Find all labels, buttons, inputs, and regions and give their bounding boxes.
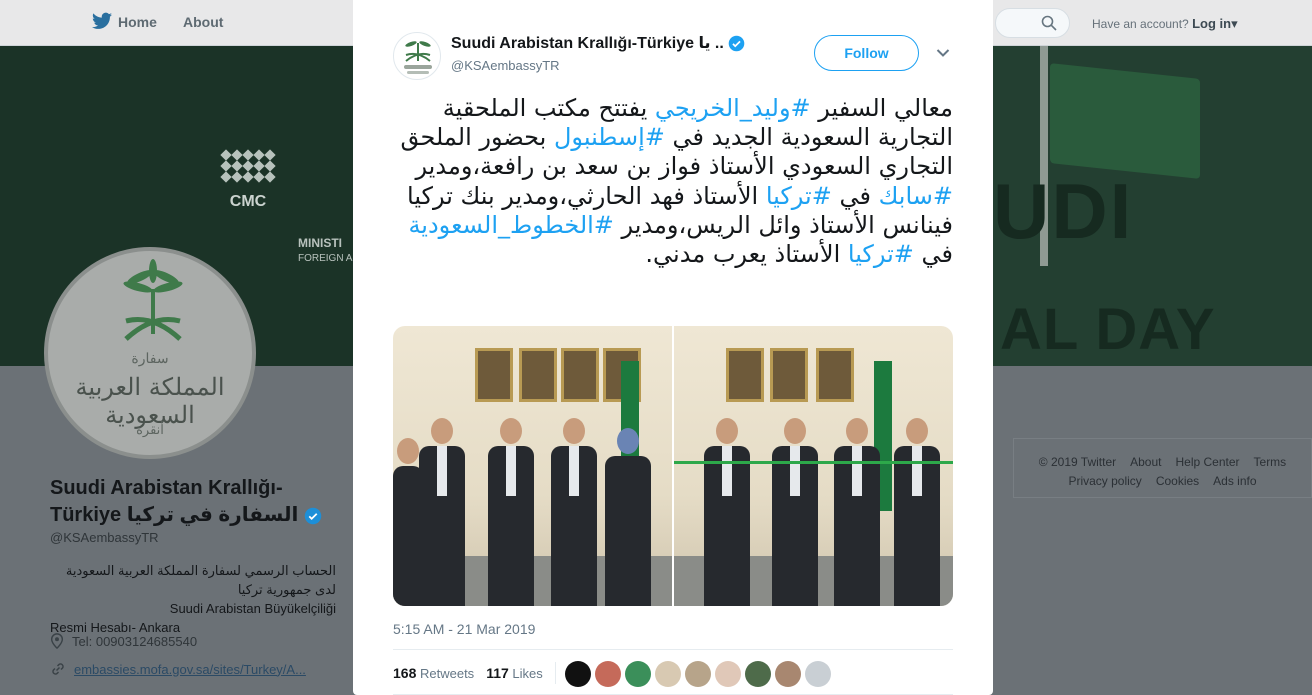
banner-big-text: UDI xyxy=(993,167,1134,255)
location-pin-icon xyxy=(50,633,64,649)
profile-avatar[interactable]: سفارة المملكة العربية السعودية أنقرة xyxy=(44,247,256,459)
ministry-line2: FOREIGN A xyxy=(298,253,353,264)
bio-line-ar1: الحساب الرسمي لسفارة المملكة العربية الس… xyxy=(65,563,336,578)
tweet-photo-2[interactable] xyxy=(674,326,953,606)
nav-home-label: Home xyxy=(118,14,157,30)
bio-line-tr1: Suudi Arabistan Büyükelçiliği xyxy=(169,601,336,616)
banner-day-label: AL DAY 88 xyxy=(1000,297,1215,366)
search-box[interactable] xyxy=(995,8,1070,38)
banner-day-text: AL DAY 88TH xyxy=(1000,296,1312,366)
footer-privacy-link[interactable]: Privacy policy xyxy=(1068,474,1141,488)
account-prompt: Have an account? Log in▾ xyxy=(1092,16,1238,32)
avatar-text-small: سفارة xyxy=(131,351,169,367)
login-caret-icon[interactable]: ▾ xyxy=(1231,16,1238,31)
likes-label: Likes xyxy=(512,666,543,681)
profile-handle[interactable]: @KSAembassyTR xyxy=(50,530,159,545)
cmc-logo: CMC xyxy=(218,149,278,261)
profile-name[interactable]: Suudi Arabistan Krallığı- Türkiye السفار… xyxy=(50,475,340,529)
liker-avatar[interactable] xyxy=(655,661,681,687)
avatar-text-main: المملكة العربية السعودية xyxy=(75,373,225,429)
bio-line-ar2: لدى جمهورية تركيا xyxy=(237,582,336,597)
tweet-modal: Suudi Arabistan Krallığı-Türkiye يا .. @… xyxy=(353,0,993,695)
liker-avatar[interactable] xyxy=(745,661,771,687)
footer-terms-link[interactable]: Terms xyxy=(1254,455,1287,469)
tweet-text: معالي السفير #وليد_الخريجي يفتتح مكتب ال… xyxy=(393,94,953,269)
footer-help-link[interactable]: Help Center xyxy=(1175,455,1239,469)
search-icon[interactable] xyxy=(1041,15,1057,31)
profile-bio: الحساب الرسمي لسفارة المملكة العربية الس… xyxy=(50,561,336,637)
divider xyxy=(393,649,953,650)
tweet-author-name[interactable]: Suudi Arabistan Krallığı-Türkiye يا .. xyxy=(451,33,745,53)
link-icon xyxy=(52,663,64,675)
stats-separator xyxy=(554,662,556,684)
profile-name-line1: Suudi Arabistan Krallığı- xyxy=(50,477,283,499)
likes-stat[interactable]: 117 Likes xyxy=(486,665,543,684)
tweet-text-segment: الأستاذ يعرب مدني. xyxy=(645,240,848,269)
footer-ads-link[interactable]: Ads info xyxy=(1213,474,1256,488)
have-account-text: Have an account? xyxy=(1092,17,1189,31)
cmc-label: CMC xyxy=(229,193,267,210)
tweet-author-handle[interactable]: @KSAembassyTR xyxy=(451,58,560,73)
tweet-stats: 168 Retweets 117 Likes xyxy=(393,662,556,684)
link-text[interactable]: embassies.mofa.gov.sa/sites/Turkey/A... xyxy=(74,662,306,677)
liker-avatar[interactable] xyxy=(805,661,831,687)
likes-count: 117 xyxy=(486,665,509,681)
tweet-timestamp[interactable]: 5:15 AM - 21 Mar 2019 xyxy=(393,621,535,637)
retweets-count: 168 xyxy=(393,665,417,681)
tweet-media[interactable] xyxy=(393,326,953,606)
footer-copyright: © 2019 Twitter xyxy=(1038,455,1117,469)
tweet-text-segment: في xyxy=(831,181,879,210)
liker-avatar[interactable] xyxy=(715,661,741,687)
liker-avatar[interactable] xyxy=(775,661,801,687)
profile-name-line2: Türkiye السفارة في تركيا xyxy=(50,504,299,526)
liker-avatar[interactable] xyxy=(625,661,651,687)
retweets-label: Retweets xyxy=(419,666,475,681)
liker-avatar[interactable] xyxy=(565,661,591,687)
follow-button[interactable]: Follow xyxy=(814,35,919,71)
avatar-text-city: أنقرة xyxy=(136,423,164,438)
verified-badge-icon xyxy=(304,507,322,524)
likers-avatars xyxy=(565,661,831,687)
saudi-flag-image xyxy=(1050,63,1200,179)
tweet-text-segment: في xyxy=(913,240,953,269)
saudi-emblem-icon xyxy=(404,41,432,74)
login-link[interactable]: Log in xyxy=(1192,16,1231,31)
chevron-down-icon[interactable] xyxy=(936,48,950,58)
tweet-text-segment: معالي السفير xyxy=(810,94,953,122)
tweet-photo-1[interactable] xyxy=(393,326,672,606)
liker-avatar[interactable] xyxy=(595,661,621,687)
footer-about-link[interactable]: About xyxy=(1130,455,1161,469)
nav-about-label: About xyxy=(183,14,224,30)
hashtag-link[interactable]: #إسطنبول xyxy=(554,123,665,151)
ministry-text: MINISTI FOREIGN A xyxy=(298,236,352,266)
retweets-stat[interactable]: 168 Retweets xyxy=(393,665,474,684)
saudi-emblem-icon xyxy=(123,259,183,341)
site-footer: © 2019 Twitter About Help Center Terms P… xyxy=(1013,438,1312,498)
tweet-author-avatar[interactable] xyxy=(393,32,441,80)
profile-link[interactable]: embassies.mofa.gov.sa/sites/Turkey/A... xyxy=(50,661,306,677)
liker-avatar[interactable] xyxy=(685,661,711,687)
twitter-bird-icon[interactable] xyxy=(92,12,112,30)
nav-about[interactable]: About xyxy=(183,14,223,30)
nav-home[interactable]: Home xyxy=(118,14,157,30)
profile-location: Tel: 00903124685540 xyxy=(50,633,197,649)
hashtag-link[interactable]: #تركيا xyxy=(848,240,914,268)
verified-badge-icon xyxy=(728,35,745,51)
hashtag-link[interactable]: #وليد_الخريجي xyxy=(655,94,811,122)
hashtag-link[interactable]: #الخطوط_السعودية xyxy=(408,211,613,239)
ministry-line1: MINISTI xyxy=(298,236,342,250)
hashtag-link[interactable]: #تركيا xyxy=(766,182,832,210)
hashtag-link[interactable]: #سابك xyxy=(879,182,953,210)
footer-cookies-link[interactable]: Cookies xyxy=(1156,474,1199,488)
location-text: Tel: 00903124685540 xyxy=(72,633,198,649)
tweet-author-name-text: Suudi Arabistan Krallığı-Türkiye يا .. xyxy=(451,35,724,52)
